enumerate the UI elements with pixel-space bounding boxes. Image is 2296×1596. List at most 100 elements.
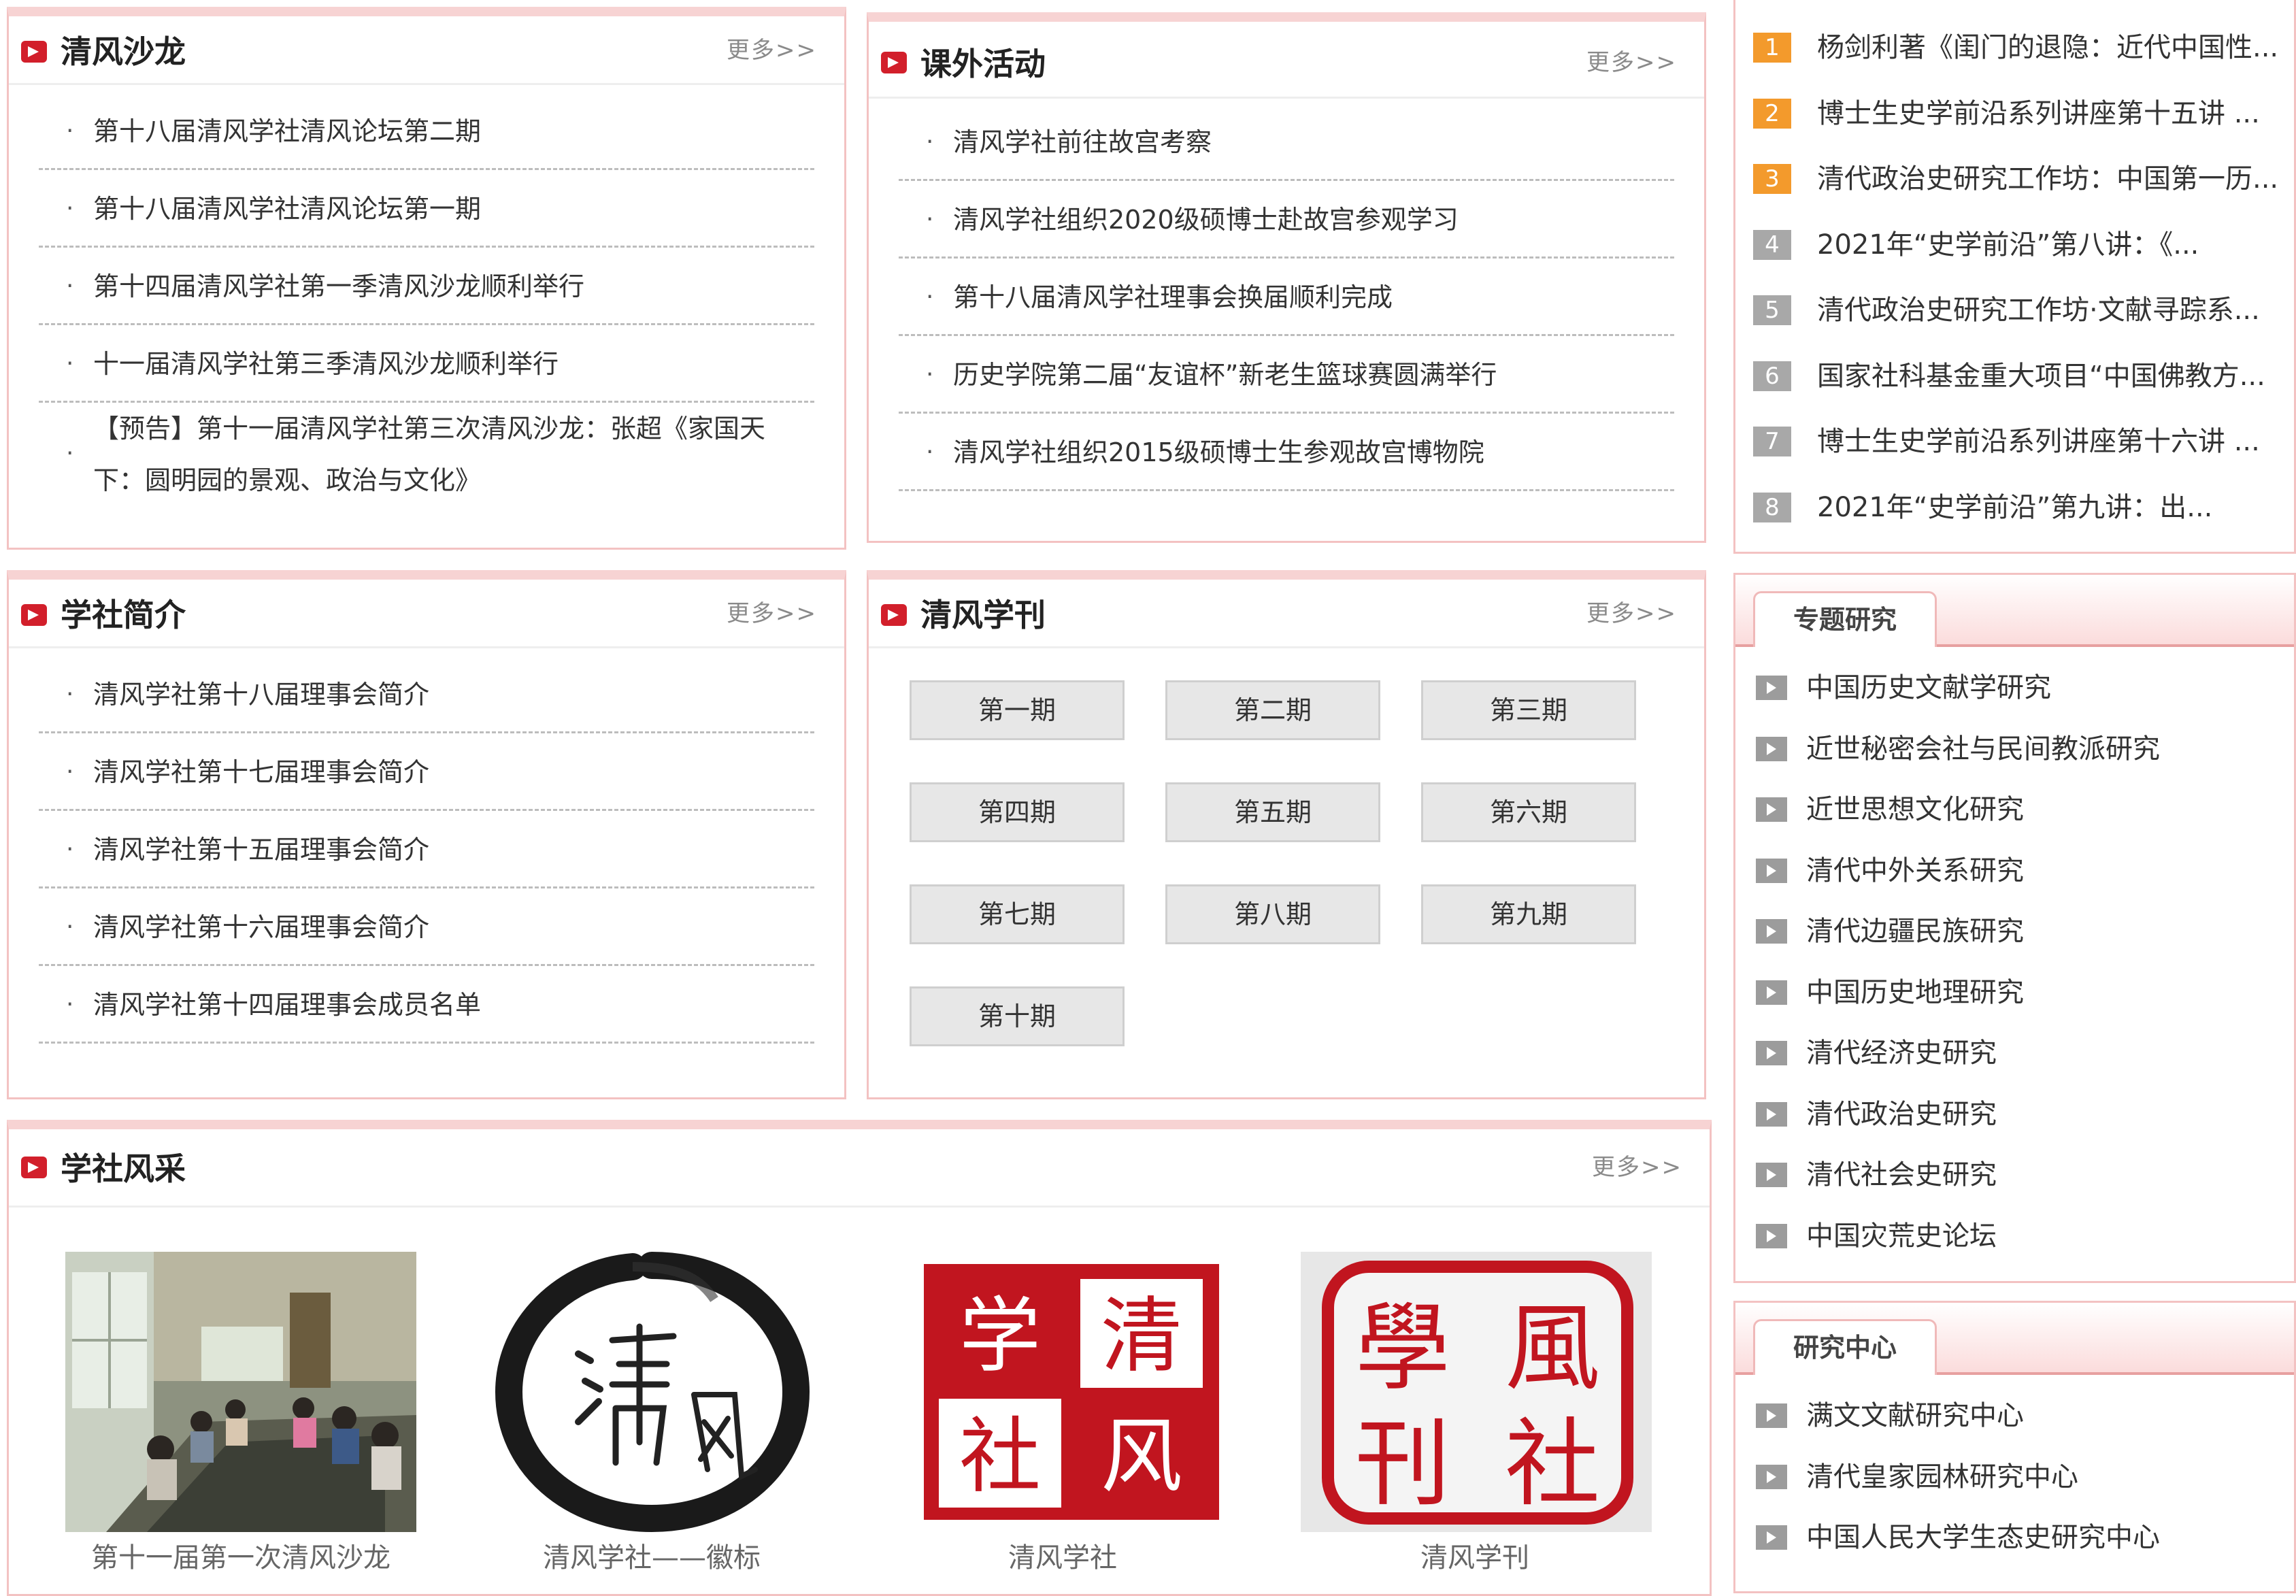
topic-item[interactable]: 中国历史地理研究 xyxy=(1735,963,2294,1024)
topic-link[interactable]: 清代中外关系研究 xyxy=(1806,841,2024,901)
list-item-link[interactable]: 十一届清风学社第三季清风沙龙顺利举行 xyxy=(93,325,808,403)
list-item-link[interactable]: 清风学社组织2020级硕博士赴故宫参观学习 xyxy=(953,181,1667,259)
more-link[interactable]: 更多>> xyxy=(1592,1152,1682,1182)
list-item-link[interactable]: 第十四届清风学社第一季清风沙龙顺利举行 xyxy=(93,248,808,325)
more-link[interactable]: 更多>> xyxy=(1586,599,1677,629)
list-item[interactable]: · 清风学社第十四届理事会成员名单 xyxy=(39,966,814,1044)
rank-item[interactable]: 4 2021年“史学前沿”第八讲：《... xyxy=(1753,210,2291,276)
rank-link[interactable]: 清代政治史研究工作坊：中国第一历... xyxy=(1817,144,2286,214)
gallery-photo-logo[interactable] xyxy=(476,1252,827,1532)
list-item[interactable]: · 清风学社第十八届理事会简介 xyxy=(39,656,814,733)
issue-button[interactable]: 第六期 xyxy=(1421,782,1636,842)
list-item[interactable]: · 清风学社第十五届理事会简介 xyxy=(39,811,814,888)
rank-item[interactable]: 1 杨剑利著《闺门的退隐：近代中国性... xyxy=(1753,12,2291,78)
topic-link[interactable]: 近世秘密会社与民间教派研究 xyxy=(1806,719,2160,780)
issue-button[interactable]: 第二期 xyxy=(1165,680,1380,740)
topic-item[interactable]: 近世秘密会社与民间教派研究 xyxy=(1735,719,2294,780)
topic-link[interactable]: 清代社会史研究 xyxy=(1806,1145,1997,1206)
more-link[interactable]: 更多>> xyxy=(1586,48,1677,78)
tab-centers[interactable]: 研究中心 xyxy=(1753,1319,1937,1375)
topic-link[interactable]: 中国历史文献学研究 xyxy=(1806,658,2051,718)
list-item-link[interactable]: 第十八届清风学社清风论坛第二期 xyxy=(93,93,808,170)
seal-char: 社 xyxy=(1505,1409,1600,1520)
center-item[interactable]: 清代皇家园林研究中心 xyxy=(1735,1447,2294,1508)
topic-link[interactable]: 清代政治史研究 xyxy=(1806,1084,1997,1145)
list-item-link[interactable]: 清风学社第十五届理事会简介 xyxy=(93,811,808,888)
list-item[interactable]: · 第十八届清风学社清风论坛第一期 xyxy=(39,170,814,248)
gallery-caption[interactable]: 清风学社 xyxy=(872,1540,1253,1576)
topic-item[interactable]: 近世思想文化研究 xyxy=(1735,780,2294,841)
topic-item[interactable]: 清代中外关系研究 xyxy=(1735,841,2294,902)
topic-item[interactable]: 清代边疆民族研究 xyxy=(1735,901,2294,963)
center-link[interactable]: 中国人民大学生态史研究中心 xyxy=(1806,1508,2160,1568)
issue-button[interactable]: 第七期 xyxy=(910,884,1125,944)
list-item-link[interactable]: 清风学社第十八届理事会简介 xyxy=(93,656,808,733)
issue-button[interactable]: 第一期 xyxy=(910,680,1125,740)
list-item-link[interactable]: 清风学社第十六届理事会简介 xyxy=(93,888,808,966)
list-item[interactable]: · 第十八届清风学社理事会换届顺利完成 xyxy=(899,259,1674,336)
list-item[interactable]: · 清风学社组织2020级硕博士赴故宫参观学习 xyxy=(899,181,1674,259)
rank-item[interactable]: 2 博士生史学前沿系列讲座第十五讲 ... xyxy=(1753,78,2291,144)
center-item[interactable]: 中国人民大学生态史研究中心 xyxy=(1735,1508,2294,1569)
center-link[interactable]: 满文文献研究中心 xyxy=(1806,1386,2024,1446)
topic-item[interactable]: 中国灾荒史论坛 xyxy=(1735,1206,2294,1267)
gallery-caption[interactable]: 清风学刊 xyxy=(1284,1540,1665,1576)
topic-item[interactable]: 清代政治史研究 xyxy=(1735,1084,2294,1146)
rank-link[interactable]: 清代政治史研究工作坊·文献寻踪系... xyxy=(1817,275,2286,346)
rank-link[interactable]: 博士生史学前沿系列讲座第十六讲 ... xyxy=(1817,406,2286,477)
topic-item[interactable]: 清代社会史研究 xyxy=(1735,1145,2294,1206)
more-link[interactable]: 更多>> xyxy=(727,599,817,629)
rank-link[interactable]: 博士生史学前沿系列讲座第十五讲 ... xyxy=(1817,78,2286,149)
issue-button[interactable]: 第十期 xyxy=(910,986,1125,1046)
gallery-caption[interactable]: 清风学社——徽标 xyxy=(461,1540,842,1576)
topic-link[interactable]: 近世思想文化研究 xyxy=(1806,780,2024,840)
rank-item[interactable]: 3 清代政治史研究工作坊：中国第一历... xyxy=(1753,144,2291,210)
tab-topics[interactable]: 专题研究 xyxy=(1753,591,1937,647)
list-item-link[interactable]: 【预告】第十一届清风学社第三次清风沙龙：张超《家国天下：圆明园的景观、政治与文化… xyxy=(93,403,808,506)
topic-link[interactable]: 中国灾荒史论坛 xyxy=(1806,1206,1997,1267)
rank-item[interactable]: 7 博士生史学前沿系列讲座第十六讲 ... xyxy=(1753,406,2291,472)
topic-link[interactable]: 清代经济史研究 xyxy=(1806,1023,1997,1084)
issue-button[interactable]: 第八期 xyxy=(1165,884,1380,944)
list-item[interactable]: · 清风学社第十七届理事会简介 xyxy=(39,733,814,811)
rank-item[interactable]: 8 2021年“史学前沿”第九讲：出... xyxy=(1753,472,2291,538)
list-item[interactable]: · 历史学院第二届“友谊杯”新老生篮球赛圆满举行 xyxy=(899,336,1674,414)
issue-button[interactable]: 第四期 xyxy=(910,782,1125,842)
rank-link[interactable]: 2021年“史学前沿”第八讲：《... xyxy=(1817,210,2286,280)
bullet: · xyxy=(926,283,934,311)
gallery-photo-salon[interactable] xyxy=(65,1252,416,1532)
list-item[interactable]: · 清风学社前往故宫考察 xyxy=(899,103,1674,181)
list-item-link[interactable]: 历史学院第二届“友谊杯”新老生篮球赛圆满举行 xyxy=(953,336,1667,414)
center-item[interactable]: 满文文献研究中心 xyxy=(1735,1386,2294,1447)
list-item-link[interactable]: 清风学社第十四届理事会成员名单 xyxy=(93,966,808,1044)
list-item[interactable]: · 清风学社组织2015级硕博士生参观故宫博物院 xyxy=(899,414,1674,491)
list-item[interactable]: · 第十八届清风学社清风论坛第二期 xyxy=(39,93,814,170)
rank-link[interactable]: 国家社科基金重大项目“中国佛教方... xyxy=(1817,341,2286,412)
arrow-right-icon xyxy=(21,604,47,626)
more-link[interactable]: 更多>> xyxy=(727,35,817,65)
rank-item[interactable]: 6 国家社科基金重大项目“中国佛教方... xyxy=(1753,341,2291,407)
issue-button[interactable]: 第五期 xyxy=(1165,782,1380,842)
rank-link[interactable]: 杨剑利著《闺门的退隐：近代中国性... xyxy=(1817,12,2286,83)
list-item-link[interactable]: 清风学社前往故宫考察 xyxy=(953,103,1667,181)
topic-link[interactable]: 中国历史地理研究 xyxy=(1806,963,2024,1023)
list-item-link[interactable]: 清风学社组织2015级硕博士生参观故宫博物院 xyxy=(953,414,1667,491)
gallery-photo-journal-seal[interactable]: 學 風 刊 社 xyxy=(1301,1252,1652,1532)
list-item[interactable]: · 第十四届清风学社第一季清风沙龙顺利举行 xyxy=(39,248,814,325)
rank-item[interactable]: 5 清代政治史研究工作坊·文献寻踪系... xyxy=(1753,275,2291,341)
list-item[interactable]: · 十一届清风学社第三季清风沙龙顺利举行 xyxy=(39,325,814,403)
issue-button[interactable]: 第三期 xyxy=(1421,680,1636,740)
center-link[interactable]: 清代皇家园林研究中心 xyxy=(1806,1447,2078,1508)
topic-item[interactable]: 中国历史文献学研究 xyxy=(1735,658,2294,719)
list-item-link[interactable]: 清风学社第十七届理事会简介 xyxy=(93,733,808,811)
topic-item[interactable]: 清代经济史研究 xyxy=(1735,1023,2294,1084)
gallery-photo-seal[interactable]: 学 清 社 风 xyxy=(912,1252,1231,1532)
gallery-caption[interactable]: 第十一届第一次清风沙龙 xyxy=(50,1540,431,1576)
list-item-link[interactable]: 第十八届清风学社清风论坛第一期 xyxy=(93,170,808,248)
list-item[interactable]: · 清风学社第十六届理事会简介 xyxy=(39,888,814,966)
list-item-link[interactable]: 第十八届清风学社理事会换届顺利完成 xyxy=(953,259,1667,336)
list-item[interactable]: · 【预告】第十一届清风学社第三次清风沙龙：张超《家国天下：圆明园的景观、政治与文… xyxy=(39,403,814,505)
issue-button[interactable]: 第九期 xyxy=(1421,884,1636,944)
rank-link[interactable]: 2021年“史学前沿”第九讲：出... xyxy=(1817,472,2286,543)
topic-link[interactable]: 清代边疆民族研究 xyxy=(1806,901,2024,962)
